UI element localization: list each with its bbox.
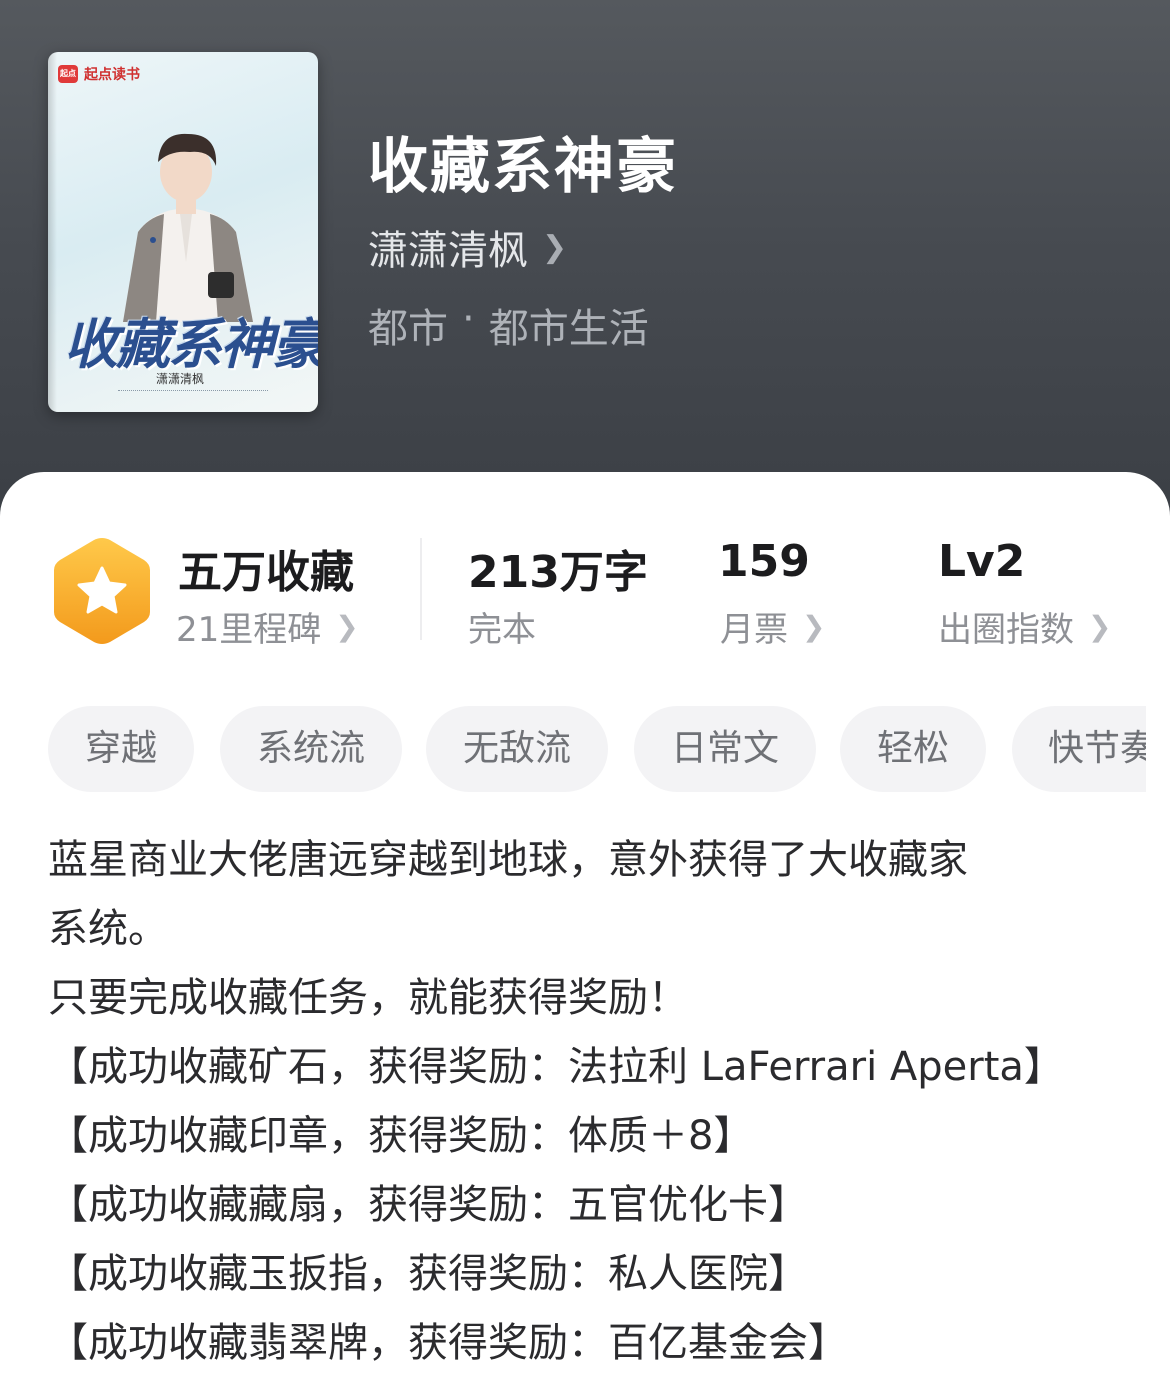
tag-list: 穿越 系统流 无敌流 日常文 轻松 快节奏 bbox=[48, 706, 1146, 792]
book-header: 起点 起点读书 收藏系神豪 潇潇清枫 收藏系神豪 潇潇清枫 ❯ 都市 · 都市生… bbox=[0, 0, 1170, 520]
genre-separator: · bbox=[462, 296, 475, 342]
milestone-link[interactable]: 21里程碑 ❯ bbox=[176, 602, 359, 651]
tag-chip[interactable]: 穿越 bbox=[48, 706, 194, 792]
tag-chip[interactable]: 无敌流 bbox=[426, 706, 608, 792]
author-link[interactable]: 潇潇清枫 ❯ bbox=[368, 218, 567, 276]
completion-status: 完本 bbox=[468, 602, 536, 651]
book-info-card: 五万收藏 21里程碑 ❯ 213万字 完本 159 月票 ❯ Lv2 出圈指数 … bbox=[0, 472, 1170, 1400]
qidian-logo-icon: 起点 bbox=[58, 65, 78, 83]
milestone-label: 21里程碑 bbox=[176, 610, 322, 650]
chevron-right-icon: ❯ bbox=[1088, 610, 1112, 643]
cover-divider bbox=[118, 390, 268, 394]
synopsis-line: 蓝星商业大佬唐远穿越到地球，意外获得了大收藏家 bbox=[48, 837, 968, 883]
genre[interactable]: 都市 bbox=[368, 296, 448, 354]
subgenre[interactable]: 都市生活 bbox=[489, 296, 649, 354]
stats-row: 五万收藏 21里程碑 ❯ 213万字 完本 159 月票 ❯ Lv2 出圈指数 … bbox=[0, 472, 1170, 672]
star-hexagon-icon bbox=[54, 538, 150, 644]
cover-illustration bbox=[123, 133, 253, 322]
book-detail-page: 起点 起点读书 收藏系神豪 潇潇清枫 收藏系神豪 潇潇清枫 ❯ 都市 · 都市生… bbox=[0, 0, 1170, 1400]
synopsis-line: 只要完成收藏任务，就能获得奖励！ bbox=[48, 975, 688, 1021]
synopsis-line: 【成功收藏翡翠牌，获得奖励：百亿基金会】 bbox=[48, 1320, 848, 1366]
word-count: 213万字 bbox=[468, 547, 648, 598]
author-name: 潇潇清枫 bbox=[368, 228, 528, 274]
tag-chip[interactable]: 快节奏 bbox=[1012, 706, 1146, 792]
synopsis[interactable]: 蓝星商业大佬唐远穿越到地球，意外获得了大收藏家 系统。 只要完成收藏任务，就能获… bbox=[48, 826, 1138, 1378]
cover-logo: 起点 起点读书 bbox=[58, 64, 140, 84]
synopsis-line: 系统。 bbox=[48, 906, 168, 952]
genre-row: 都市 · 都市生活 bbox=[368, 296, 649, 354]
tag-chip[interactable]: 轻松 bbox=[840, 706, 986, 792]
monthly-votes-value: 159 bbox=[718, 536, 810, 587]
book-cover[interactable]: 起点 起点读书 收藏系神豪 潇潇清枫 bbox=[48, 52, 318, 412]
synopsis-line: 【成功收藏矿石，获得奖励：法拉利 LaFerrari Aperta】 bbox=[48, 1044, 1064, 1090]
synopsis-line: 【成功收藏印章，获得奖励：体质＋8】 bbox=[48, 1113, 754, 1159]
cover-title-art: 收藏系神豪 bbox=[64, 312, 318, 376]
chevron-right-icon: ❯ bbox=[802, 610, 826, 643]
chevron-right-icon: ❯ bbox=[335, 610, 359, 643]
monthly-votes-label: 月票 bbox=[720, 610, 788, 650]
synopsis-line: 【成功收藏藏扇，获得奖励：五官优化卡】 bbox=[48, 1182, 808, 1228]
monthly-votes-link[interactable]: 月票 ❯ bbox=[720, 602, 825, 651]
cover-logo-text: 起点读书 bbox=[84, 67, 140, 83]
tag-chip[interactable]: 日常文 bbox=[634, 706, 816, 792]
index-link[interactable]: 出圈指数 ❯ bbox=[938, 602, 1111, 651]
chevron-right-icon: ❯ bbox=[542, 229, 568, 265]
collection-title: 五万收藏 bbox=[178, 547, 354, 598]
cover-spine bbox=[48, 52, 57, 412]
book-title: 收藏系神豪 bbox=[368, 132, 678, 202]
index-level: Lv2 bbox=[938, 536, 1026, 587]
completion-label: 完本 bbox=[468, 610, 536, 650]
cover-author-art: 潇潇清枫 bbox=[156, 372, 205, 386]
tag-chip[interactable]: 系统流 bbox=[220, 706, 402, 792]
index-label: 出圈指数 bbox=[938, 610, 1074, 650]
synopsis-line: 【成功收藏玉扳指，获得奖励：私人医院】 bbox=[48, 1251, 808, 1297]
stats-divider bbox=[420, 538, 422, 640]
